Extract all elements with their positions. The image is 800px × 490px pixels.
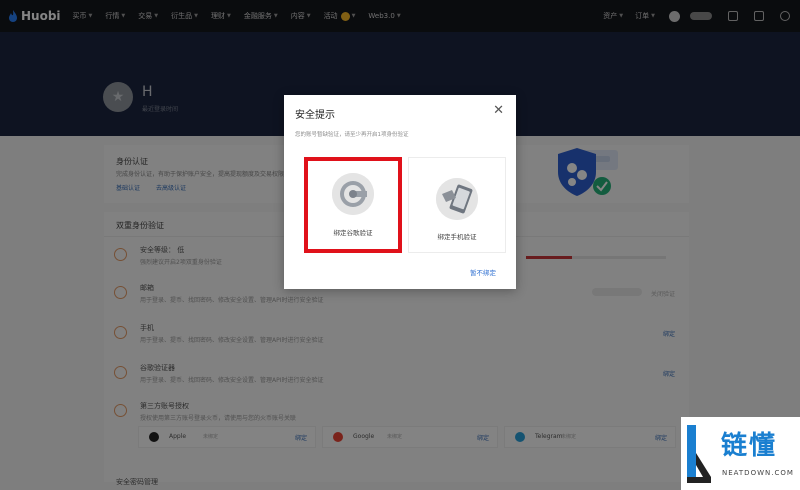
security-tip-modal: 安全提示 ✕ 您的账号暂缺验证，请至少再开启1项身份验证 绑定谷歌验证 绑定手机… [284, 95, 516, 289]
google-authenticator-icon [332, 173, 374, 215]
bind-google-auth-option[interactable]: 绑定谷歌验证 [304, 157, 402, 253]
close-icon[interactable]: ✕ [493, 103, 504, 118]
bind-phone-option[interactable]: 绑定手机验证 [408, 157, 506, 253]
bind-phone-label: 绑定手机验证 [437, 233, 477, 241]
bind-google-auth-label: 绑定谷歌验证 [333, 229, 373, 237]
skip-binding-link[interactable]: 暂不绑定 [470, 267, 496, 277]
modal-title: 安全提示 [295, 110, 335, 121]
watermark: 链懂 NEATDOWN.COM [681, 417, 800, 490]
watermark-cn: 链懂 [721, 431, 778, 461]
phone-verify-icon [436, 178, 478, 220]
modal-desc: 您的账号暂缺验证，请至少再开启1项身份验证 [295, 132, 409, 138]
watermark-logo-icon [687, 425, 711, 483]
watermark-en: NEATDOWN.COM [722, 469, 794, 477]
